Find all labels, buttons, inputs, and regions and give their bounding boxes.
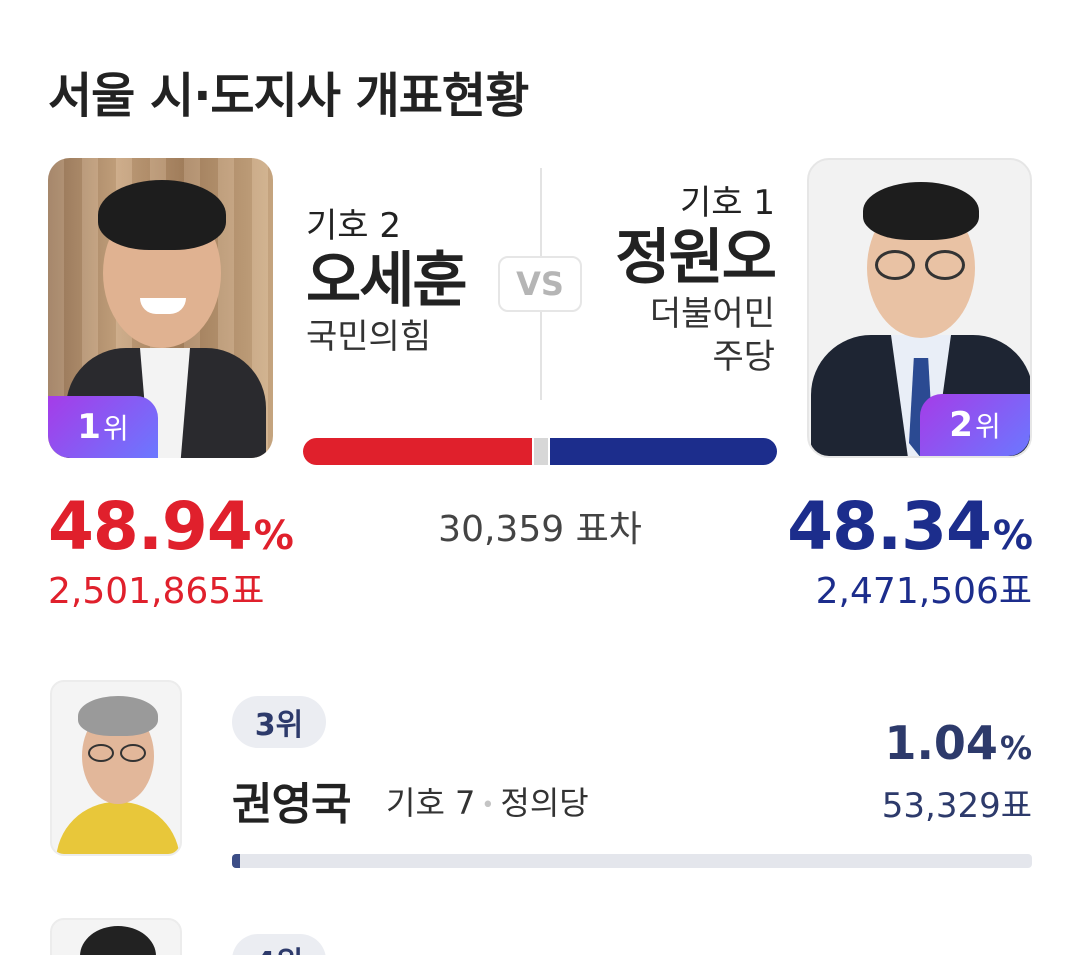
vote-share-bar-runner-up: [550, 438, 777, 465]
candidate-number: 기호 2: [306, 206, 401, 246]
candidate-number: 기호 1: [680, 183, 775, 223]
percent-sign: %: [999, 729, 1032, 767]
percent-sign: %: [253, 513, 294, 559]
candidate-meta-third: 기호 7 • 정의당: [386, 778, 589, 824]
vote-share-track-third: [232, 854, 1032, 868]
candidate-party: 국민의힘: [306, 317, 432, 357]
percent-value: 48.34: [787, 488, 992, 565]
candidate-party: 정의당: [500, 784, 589, 822]
rank-badge-runner-up: 2위: [920, 394, 1030, 456]
percent-value: 48.94: [48, 488, 253, 565]
separator-dot: •: [481, 792, 495, 818]
rank-unit: 위: [102, 412, 129, 445]
votes-third: 53,329표: [881, 786, 1032, 826]
candidate-photo-third[interactable]: [50, 680, 182, 856]
vote-share-bar-gap: [534, 438, 548, 465]
vs-badge: VS: [498, 256, 582, 312]
votes-runner-up: 2,471,506표: [815, 571, 1032, 612]
candidate-info-leader: 기호 2 오세훈 국민의힘: [306, 198, 468, 359]
candidate-name[interactable]: 오세훈: [306, 247, 468, 316]
candidate-name[interactable]: 정원오: [615, 224, 777, 293]
candidate-party-line1: 더불어민: [649, 294, 775, 334]
rank-badge-fourth: 4위: [232, 934, 326, 955]
vote-share-bar-leader: [303, 438, 532, 465]
percent-value: 1.04: [884, 716, 998, 770]
rank-number: 1: [77, 407, 101, 447]
candidate-photo-runner-up[interactable]: 2위: [807, 158, 1032, 458]
rank-badge-third: 3위: [232, 696, 326, 748]
percent-runner-up: 48.34%: [787, 488, 1033, 565]
candidate-info-runner-up: 기호 1 정원오 더불어민 주당: [615, 175, 777, 378]
percent-sign: %: [992, 513, 1033, 559]
candidate-photo-leader[interactable]: 1위: [48, 158, 273, 458]
percent-third: 1.04%: [884, 716, 1032, 770]
candidate-party-line2: 주당: [712, 336, 775, 377]
vote-share-fill-third: [232, 854, 241, 868]
candidate-photo-fourth[interactable]: [50, 918, 182, 955]
votes-leader: 2,501,865표: [48, 571, 265, 612]
rank-unit: 위: [974, 410, 1001, 443]
candidate-name-third[interactable]: 권영국: [232, 768, 351, 832]
page-title: 서울 시·도지사 개표현황: [48, 68, 529, 124]
rank-number: 2: [949, 405, 973, 445]
rank-badge-leader: 1위: [48, 396, 158, 458]
candidate-number: 기호 7: [386, 784, 476, 822]
percent-leader: 48.94%: [48, 488, 294, 565]
